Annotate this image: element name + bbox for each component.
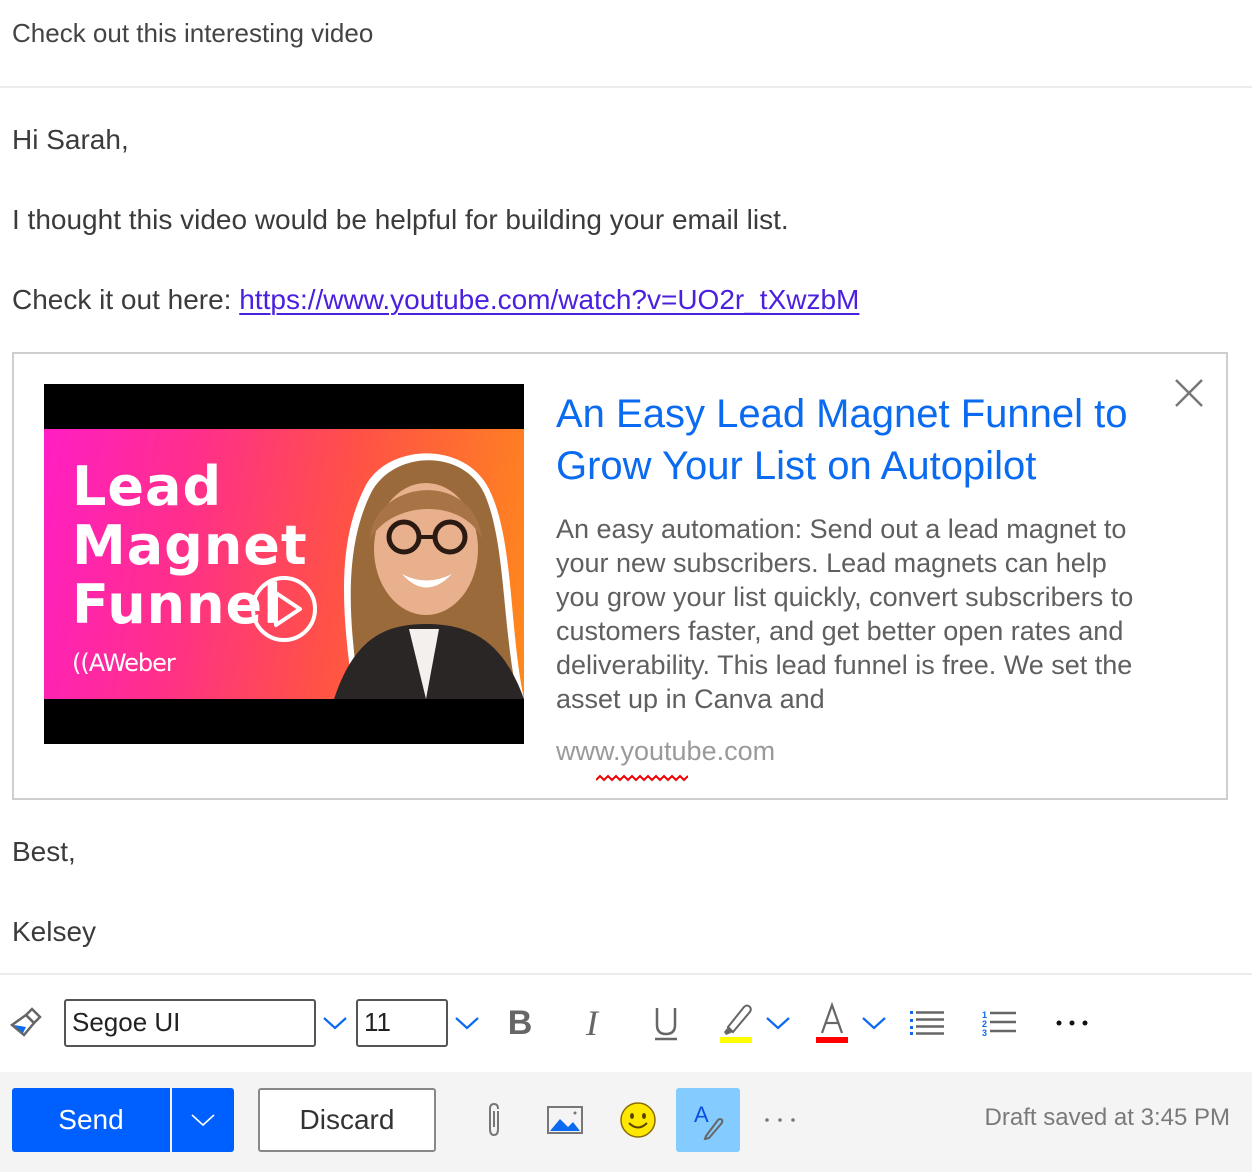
insert-picture-icon[interactable] — [544, 1100, 586, 1140]
editor-icon: A — [694, 1102, 724, 1140]
more-formatting-icon[interactable] — [1050, 1003, 1094, 1043]
preview-title[interactable]: An Easy Lead Magnet Funnel to Grow Your … — [556, 388, 1136, 492]
signature-text: Kelsey — [12, 916, 97, 947]
body-text: I thought this video would be helpful fo… — [12, 204, 789, 235]
subject-line[interactable]: Check out this interesting video — [12, 18, 373, 49]
highlight-icon[interactable] — [716, 999, 756, 1045]
thumbnail-title-line: Magnet — [72, 514, 308, 577]
editor-button[interactable]: A — [676, 1088, 740, 1152]
emoji-icon[interactable] — [616, 1098, 660, 1142]
thumbnail-title-line: Lead — [72, 455, 223, 518]
numbering-icon[interactable]: 1 2 3 — [978, 1003, 1022, 1043]
send-button[interactable]: Send — [12, 1088, 170, 1152]
format-painter-icon[interactable] — [6, 1003, 46, 1043]
video-thumbnail[interactable]: Lead Magnet Funnel ((AWeber — [44, 384, 524, 744]
font-name-input[interactable]: Segoe UI — [64, 999, 316, 1047]
svg-text:3: 3 — [982, 1028, 987, 1037]
highlight-dropdown[interactable] — [762, 1005, 794, 1041]
link-prefix: Check it out here: — [12, 284, 240, 315]
format-toolbar: Segoe UI 11 B I 1 2 3 — [0, 975, 1252, 1070]
signoff-text: Best, — [12, 836, 76, 867]
svg-text:A: A — [694, 1102, 709, 1127]
discard-button[interactable]: Discard — [258, 1088, 436, 1152]
spellcheck-squiggle — [596, 774, 688, 782]
preview-description: An easy automation: Send out a lead magn… — [556, 514, 1134, 712]
more-actions-icon[interactable] — [760, 1102, 800, 1138]
play-icon[interactable] — [250, 575, 318, 643]
aweber-logo: ((AWeber — [72, 649, 176, 677]
action-bar: Send Discard A Draft saved at 3:45 PM — [0, 1072, 1252, 1172]
link-line: Check it out here: https://www.youtube.c… — [12, 284, 859, 316]
subject-divider — [0, 86, 1252, 88]
font-name-dropdown[interactable] — [318, 1005, 352, 1041]
font-color-dropdown[interactable] — [858, 1005, 890, 1041]
italic-icon[interactable]: I — [572, 1001, 612, 1045]
video-link[interactable]: https://www.youtube.com/watch?v=UO2r_tXw… — [239, 284, 859, 315]
attach-icon[interactable] — [476, 1098, 512, 1142]
bullets-icon[interactable] — [906, 1003, 950, 1043]
font-color-icon[interactable] — [812, 999, 852, 1045]
greeting-text: Hi Sarah, — [12, 124, 129, 155]
link-preview-card[interactable]: Lead Magnet Funnel ((AWeber An Easy Lead… — [12, 352, 1228, 800]
presenter-image — [334, 453, 524, 699]
bold-icon[interactable]: B — [500, 1001, 540, 1045]
close-icon[interactable] — [1174, 378, 1204, 408]
font-size-dropdown[interactable] — [450, 1005, 484, 1041]
preview-domain: www.youtube.com — [556, 736, 776, 766]
draft-status: Draft saved at 3:45 PM — [984, 1104, 1230, 1131]
send-options-button[interactable] — [172, 1088, 234, 1152]
underline-icon[interactable] — [646, 1001, 686, 1045]
thumbnail-art: Lead Magnet Funnel ((AWeber — [44, 429, 524, 699]
font-size-input[interactable]: 11 — [356, 999, 448, 1047]
chevron-down-icon — [191, 1114, 215, 1127]
